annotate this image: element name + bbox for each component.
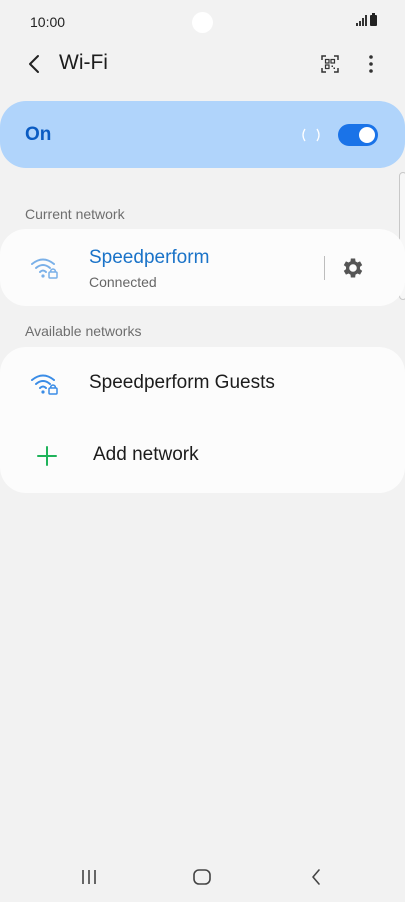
wifi-toggle[interactable] [338,124,378,146]
status-bar: 10:00 [0,0,405,44]
network-list-item[interactable]: Speedperform Guests [0,347,405,420]
current-network-card[interactable]: Speedperform Connected [0,229,405,306]
toggle-knob [359,127,375,143]
qr-code-icon [321,55,339,73]
wifi-switch-label: On [25,124,52,145]
add-network-label: Add network [93,444,199,465]
plus-icon [37,446,57,466]
current-network-name: Speedperform [89,247,210,268]
home-button[interactable] [187,864,217,890]
status-time: 10:00 [30,14,66,30]
scanning-spinner-icon [302,128,320,142]
recent-apps-icon [82,870,96,884]
more-options-button[interactable] [357,50,385,78]
available-networks-card: Speedperform Guests Add network [0,347,405,493]
chevron-left-icon [312,869,320,885]
status-icons [356,13,377,26]
signal-icon [356,15,367,26]
network-name: Speedperform Guests [89,372,275,393]
divider [324,256,325,280]
wifi-lock-icon [31,374,58,395]
home-icon [193,869,211,885]
gear-icon[interactable] [340,255,366,281]
chevron-left-icon [29,55,39,73]
current-network-status: Connected [89,274,157,290]
wifi-master-switch[interactable]: On [0,101,405,168]
app-bar: Wi-Fi [0,44,405,84]
page-title: Wi-Fi [59,51,108,74]
back-button[interactable] [20,50,48,78]
camera-cutout [192,12,213,33]
wifi-lock-icon [31,258,58,279]
available-networks-header: Available networks [25,323,142,339]
recent-apps-button[interactable] [74,864,104,890]
add-network-button[interactable]: Add network [0,420,405,493]
more-vertical-icon [369,55,373,73]
qr-code-button[interactable] [316,50,344,78]
back-nav-button[interactable] [301,864,331,890]
battery-icon [370,13,377,26]
current-network-header: Current network [25,206,125,222]
system-navigation-bar [0,852,405,902]
